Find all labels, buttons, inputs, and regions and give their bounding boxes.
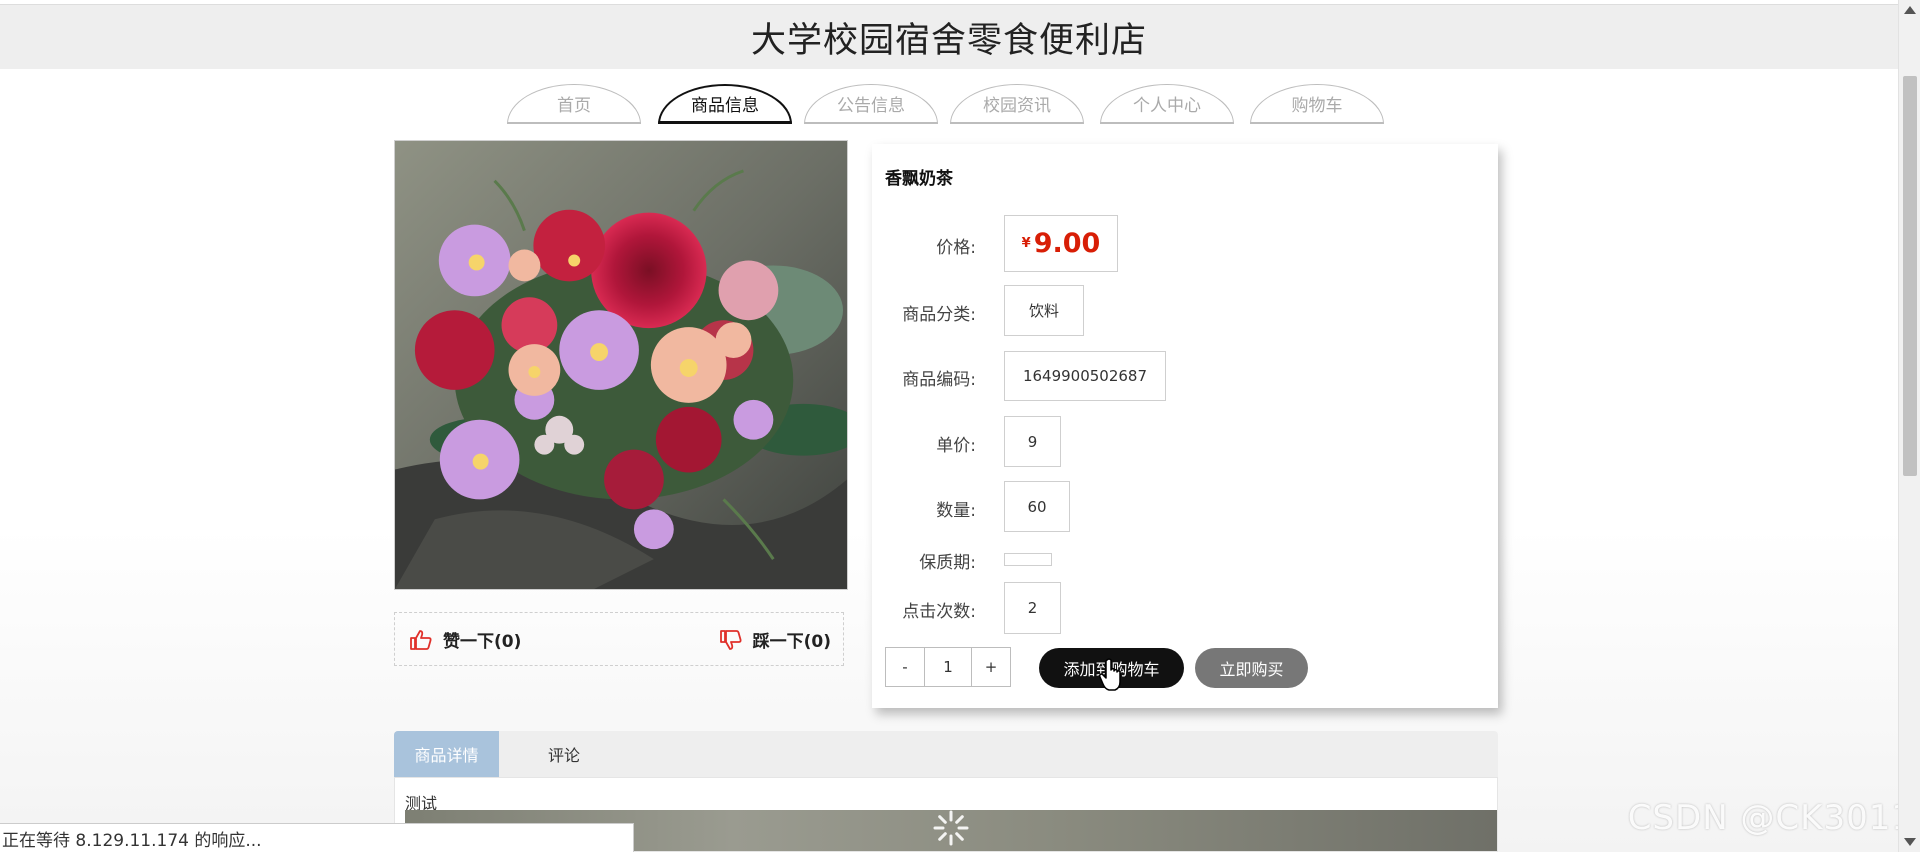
scroll-up-arrow-icon[interactable] <box>1904 6 1916 14</box>
tab-comments[interactable]: 评论 <box>524 731 604 777</box>
flower-bouquet-photo <box>395 141 847 589</box>
hand-cursor-icon <box>1099 658 1121 691</box>
thumbs-down-icon <box>719 629 742 650</box>
unit-price-label: 单价: <box>936 436 976 456</box>
price-value: ¥ 9.00 <box>1004 215 1118 272</box>
shelf-life-value <box>1004 553 1052 566</box>
stock-label: 数量: <box>936 501 976 521</box>
product-name: 香飘奶茶 <box>885 169 953 189</box>
unit-price-value: 9 <box>1004 416 1061 467</box>
dislike-button[interactable]: 踩一下(0) <box>719 627 831 652</box>
detail-tabs: 商品详情 评论 <box>394 731 1498 777</box>
vote-bar: 赞一下(0) 踩一下(0) <box>394 612 844 666</box>
scroll-down-arrow-icon[interactable] <box>1904 838 1916 846</box>
site-title: 大学校园宿舍零食便利店 <box>750 20 1147 61</box>
status-text: 正在等待 8.129.11.174 的响应... <box>2 830 262 851</box>
quantity-stepper: - 1 + <box>885 647 1011 687</box>
loading-spinner-icon <box>933 810 969 846</box>
browser-status-bar: 正在等待 8.129.11.174 的响应... <box>0 823 634 852</box>
shelf-life-label: 保质期: <box>919 553 976 573</box>
product-image <box>394 140 848 590</box>
code-value: 1649900502687 <box>1004 351 1166 401</box>
currency-symbol: ¥ <box>1021 236 1031 251</box>
site-header: 大学校园宿舍零食便利店 <box>0 4 1898 69</box>
page-scrollbar[interactable] <box>1898 0 1920 852</box>
quantity-decrease-button[interactable]: - <box>886 648 924 686</box>
quantity-increase-button[interactable]: + <box>972 648 1010 686</box>
category-label: 商品分类: <box>902 305 976 325</box>
quantity-input[interactable]: 1 <box>924 648 972 686</box>
category-value: 饮料 <box>1004 285 1084 336</box>
price-number: 9.00 <box>1033 228 1101 259</box>
stock-value: 60 <box>1004 481 1070 532</box>
clicks-label: 点击次数: <box>902 602 976 622</box>
scrollbar-thumb[interactable] <box>1903 76 1917 476</box>
watermark: CSDN @CK3011 <box>1627 798 1914 838</box>
thumbs-up-icon <box>410 629 432 650</box>
buy-now-button[interactable]: 立即购买 <box>1195 648 1308 688</box>
price-label: 价格: <box>936 238 976 258</box>
like-button[interactable]: 赞一下(0) <box>409 627 521 652</box>
code-label: 商品编码: <box>902 370 976 390</box>
clicks-value: 2 <box>1004 582 1061 634</box>
like-label: 赞一下(0) <box>443 632 522 652</box>
tab-product-detail[interactable]: 商品详情 <box>394 731 499 777</box>
dislike-label: 踩一下(0) <box>752 632 831 652</box>
product-info-card: 香飘奶茶 价格: ¥ 9.00 商品分类: 饮料 商品编码: 164990050… <box>872 144 1498 708</box>
